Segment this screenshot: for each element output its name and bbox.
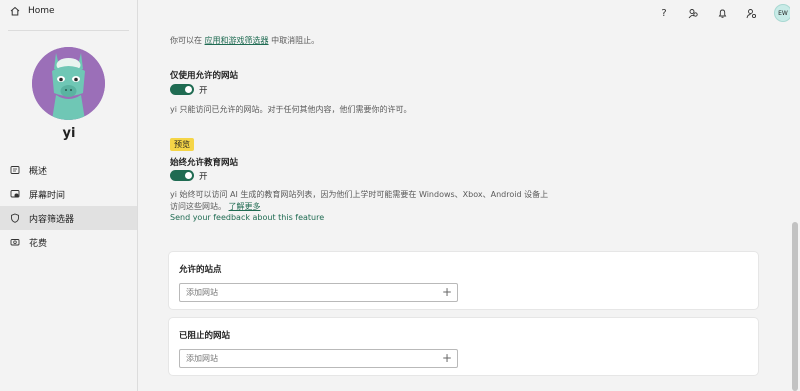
intro-suffix: 中取消阻止。 xyxy=(271,36,320,45)
allowed-only-title: 仅使用允许的网站 xyxy=(170,71,239,81)
feedback-link[interactable]: Send your feedback about this feature xyxy=(170,213,324,222)
add-blocked-site-button[interactable]: + xyxy=(442,352,452,365)
intro-prefix: 你可以在 xyxy=(170,36,202,45)
home-icon xyxy=(10,6,20,16)
education-description-line1: yi 始终可以访问 AI 生成的教育网站列表，因为他们上学时可能需要在 Wind… xyxy=(170,190,549,199)
app-game-filter-link[interactable]: 应用和游戏筛选器 xyxy=(205,36,269,45)
app-window: Home yi 概述 屏幕时间 内容筛选器 花费 ? EW 你可以在 应用和游戏… xyxy=(0,0,800,391)
spending-icon xyxy=(10,237,20,247)
home-label: Home xyxy=(28,6,55,16)
preview-badge: 预览 xyxy=(170,138,194,151)
allowed-only-toggle[interactable] xyxy=(170,84,194,95)
allowed-site-input-box: + xyxy=(179,283,458,302)
allowed-only-toggle-state: 开 xyxy=(199,86,208,96)
blocked-site-input[interactable] xyxy=(186,354,436,363)
sidebar: Home yi 概述 屏幕时间 内容筛选器 花费 xyxy=(0,0,138,391)
education-title: 始终允许教育网站 xyxy=(170,158,239,168)
shield-icon xyxy=(10,213,20,223)
education-description-line2: 访问这些网站。 了解更多 xyxy=(170,201,261,212)
profile-name: yi xyxy=(62,126,76,141)
education-toggle-state: 开 xyxy=(199,172,208,182)
sidebar-item-label: 概述 xyxy=(29,166,48,177)
blocked-sites-card: 已阻止的网站 + xyxy=(169,318,758,375)
sidebar-item-label: 屏幕时间 xyxy=(29,190,66,201)
scrollbar[interactable] xyxy=(790,0,800,391)
llama-avatar-image xyxy=(32,47,105,120)
allowed-sites-card: 允许的站点 + xyxy=(169,252,758,309)
sidebar-item-spending[interactable]: 花费 xyxy=(0,230,137,254)
blocked-sites-title: 已阻止的网站 xyxy=(179,331,231,341)
sidebar-item-overview[interactable]: 概述 xyxy=(0,158,137,182)
sidebar-divider xyxy=(8,30,129,31)
sidebar-item-label: 内容筛选器 xyxy=(29,214,75,225)
overview-icon xyxy=(10,165,20,175)
sidebar-item-label: 花费 xyxy=(29,238,48,249)
main-content: 你可以在 应用和游戏筛选器 中取消阻止。 仅使用允许的网站 开 yi 只能访问已… xyxy=(138,0,790,391)
education-toggle[interactable] xyxy=(170,170,194,181)
screen-time-icon xyxy=(10,189,20,199)
sidebar-item-content-filter[interactable]: 内容筛选器 xyxy=(0,206,137,230)
sidebar-item-screen-time[interactable]: 屏幕时间 xyxy=(0,182,137,206)
allowed-site-input[interactable] xyxy=(186,288,436,297)
education-description-text: 访问这些网站。 xyxy=(170,202,226,211)
allowed-sites-title: 允许的站点 xyxy=(179,265,222,275)
add-allowed-site-button[interactable]: + xyxy=(442,286,452,299)
blocked-site-input-box: + xyxy=(179,349,458,368)
learn-more-link[interactable]: 了解更多 xyxy=(229,202,261,211)
scrollbar-thumb[interactable] xyxy=(792,222,798,391)
intro-text: 你可以在 应用和游戏筛选器 中取消阻止。 xyxy=(170,35,319,46)
allowed-only-description: yi 只能访问已允许的网站。对于任何其他内容，他们需要你的许可。 xyxy=(170,105,412,114)
sidebar-nav: 概述 屏幕时间 内容筛选器 花费 xyxy=(0,158,137,254)
home-link[interactable]: Home xyxy=(10,6,55,16)
profile-avatar xyxy=(32,47,105,120)
